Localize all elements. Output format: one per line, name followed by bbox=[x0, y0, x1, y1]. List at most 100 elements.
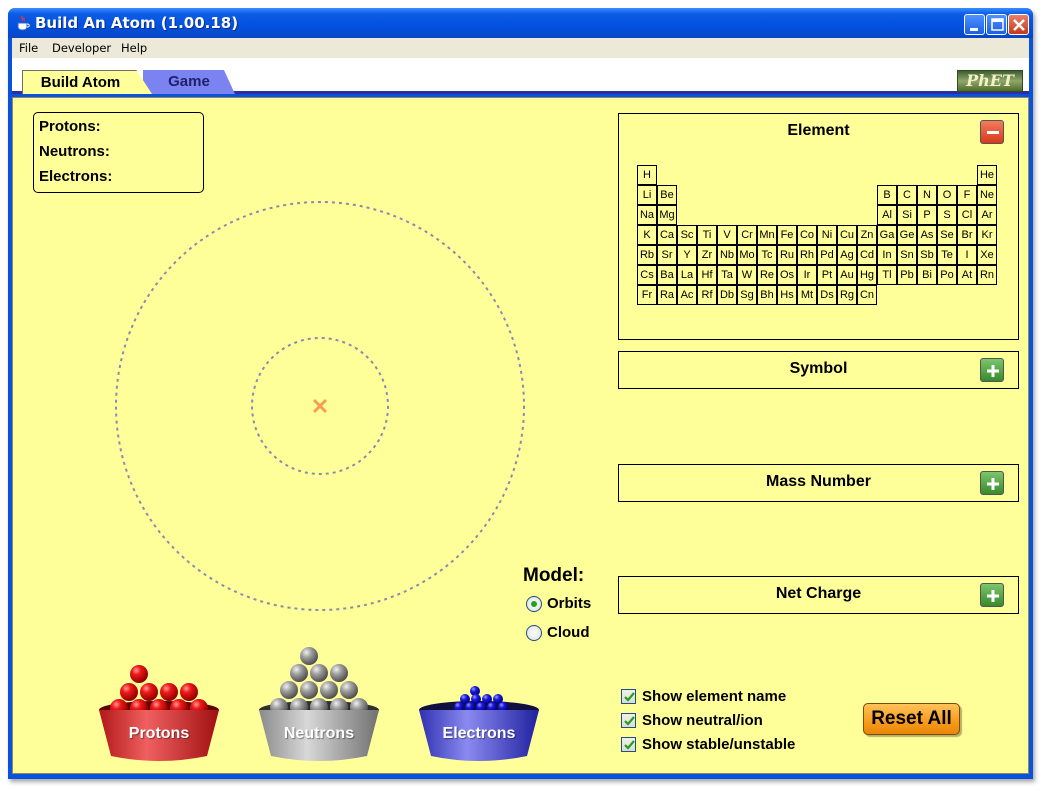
element-cell-ga[interactable]: Ga bbox=[877, 225, 897, 245]
show-element-name-option[interactable]: Show element name bbox=[621, 686, 841, 706]
element-cell-hs[interactable]: Hs bbox=[777, 285, 797, 305]
phet-logo[interactable]: PhET bbox=[957, 70, 1023, 92]
show-neutral-ion-checkbox[interactable] bbox=[621, 712, 636, 728]
element-cell-o[interactable]: O bbox=[937, 185, 957, 205]
element-cell-at[interactable]: At bbox=[957, 265, 977, 285]
element-cell-la[interactable]: La bbox=[677, 265, 697, 285]
element-cell-ar[interactable]: Ar bbox=[977, 205, 997, 225]
element-cell-ds[interactable]: Ds bbox=[817, 285, 837, 305]
tab-game[interactable]: Game bbox=[143, 70, 235, 94]
electrons-bucket-label[interactable]: Electrons bbox=[419, 725, 539, 743]
element-cell-rn[interactable]: Rn bbox=[977, 265, 997, 285]
menu-developer[interactable]: Developer bbox=[52, 41, 111, 55]
element-cell-db[interactable]: Db bbox=[717, 285, 737, 305]
element-cell-fr[interactable]: Fr bbox=[637, 285, 657, 305]
element-cell-pt[interactable]: Pt bbox=[817, 265, 837, 285]
element-cell-sg[interactable]: Sg bbox=[737, 285, 757, 305]
element-cell-rb[interactable]: Rb bbox=[637, 245, 657, 265]
element-cell-mg[interactable]: Mg bbox=[657, 205, 677, 225]
element-cell-k[interactable]: K bbox=[637, 225, 657, 245]
element-cell-as[interactable]: As bbox=[917, 225, 937, 245]
element-cell-b[interactable]: B bbox=[877, 185, 897, 205]
element-cell-sn[interactable]: Sn bbox=[897, 245, 917, 265]
element-cell-mt[interactable]: Mt bbox=[797, 285, 817, 305]
element-cell-y[interactable]: Y bbox=[677, 245, 697, 265]
tab-build-atom[interactable]: Build Atom bbox=[22, 70, 152, 94]
element-cell-ag[interactable]: Ag bbox=[837, 245, 857, 265]
element-cell-be[interactable]: Be bbox=[657, 185, 677, 205]
element-cell-hg[interactable]: Hg bbox=[857, 265, 877, 285]
element-cell-ca[interactable]: Ca bbox=[657, 225, 677, 245]
element-cell-v[interactable]: V bbox=[717, 225, 737, 245]
reset-all-button[interactable]: Reset All bbox=[863, 703, 960, 735]
mass-number-expand-button[interactable] bbox=[980, 471, 1004, 495]
element-cell-al[interactable]: Al bbox=[877, 205, 897, 225]
menu-help[interactable]: Help bbox=[121, 41, 147, 55]
element-cell-fe[interactable]: Fe bbox=[777, 225, 797, 245]
element-cell-cr[interactable]: Cr bbox=[737, 225, 757, 245]
element-cell-kr[interactable]: Kr bbox=[977, 225, 997, 245]
element-collapse-button[interactable] bbox=[980, 120, 1004, 144]
close-button[interactable] bbox=[1008, 14, 1029, 35]
show-stable-unstable-option[interactable]: Show stable/unstable bbox=[621, 734, 841, 754]
element-cell-p[interactable]: P bbox=[917, 205, 937, 225]
minimize-button[interactable] bbox=[964, 14, 985, 35]
element-cell-br[interactable]: Br bbox=[957, 225, 977, 245]
element-cell-ti[interactable]: Ti bbox=[697, 225, 717, 245]
element-cell-cs[interactable]: Cs bbox=[637, 265, 657, 285]
element-cell-rf[interactable]: Rf bbox=[697, 285, 717, 305]
element-cell-cd[interactable]: Cd bbox=[857, 245, 877, 265]
element-cell-pd[interactable]: Pd bbox=[817, 245, 837, 265]
element-cell-ra[interactable]: Ra bbox=[657, 285, 677, 305]
element-cell-se[interactable]: Se bbox=[937, 225, 957, 245]
element-cell-nb[interactable]: Nb bbox=[717, 245, 737, 265]
maximize-button[interactable] bbox=[986, 14, 1007, 35]
element-cell-he[interactable]: He bbox=[977, 165, 997, 185]
element-cell-sc[interactable]: Sc bbox=[677, 225, 697, 245]
element-cell-n[interactable]: N bbox=[917, 185, 937, 205]
protons-bucket-label[interactable]: Protons bbox=[99, 725, 219, 743]
net-charge-expand-button[interactable] bbox=[980, 583, 1004, 607]
element-cell-na[interactable]: Na bbox=[637, 205, 657, 225]
element-cell-cn[interactable]: Cn bbox=[857, 285, 877, 305]
element-cell-ni[interactable]: Ni bbox=[817, 225, 837, 245]
element-cell-w[interactable]: W bbox=[737, 265, 757, 285]
element-cell-mo[interactable]: Mo bbox=[737, 245, 757, 265]
element-cell-rg[interactable]: Rg bbox=[837, 285, 857, 305]
element-cell-ge[interactable]: Ge bbox=[897, 225, 917, 245]
element-cell-os[interactable]: Os bbox=[777, 265, 797, 285]
element-cell-co[interactable]: Co bbox=[797, 225, 817, 245]
element-cell-s[interactable]: S bbox=[937, 205, 957, 225]
title-bar[interactable]: Build An Atom (1.00.18) bbox=[8, 8, 1033, 38]
element-cell-bi[interactable]: Bi bbox=[917, 265, 937, 285]
element-cell-si[interactable]: Si bbox=[897, 205, 917, 225]
element-cell-ba[interactable]: Ba bbox=[657, 265, 677, 285]
element-cell-li[interactable]: Li bbox=[637, 185, 657, 205]
element-cell-f[interactable]: F bbox=[957, 185, 977, 205]
show-stable-unstable-checkbox[interactable] bbox=[621, 736, 636, 752]
element-cell-zn[interactable]: Zn bbox=[857, 225, 877, 245]
element-cell-ir[interactable]: Ir bbox=[797, 265, 817, 285]
element-cell-sr[interactable]: Sr bbox=[657, 245, 677, 265]
show-neutral-ion-option[interactable]: Show neutral/ion bbox=[621, 710, 841, 730]
element-cell-h[interactable]: H bbox=[637, 165, 657, 185]
element-cell-hf[interactable]: Hf bbox=[697, 265, 717, 285]
element-cell-tc[interactable]: Tc bbox=[757, 245, 777, 265]
element-cell-mn[interactable]: Mn bbox=[757, 225, 777, 245]
show-element-name-checkbox[interactable] bbox=[621, 688, 636, 704]
element-cell-tl[interactable]: Tl bbox=[877, 265, 897, 285]
menu-file[interactable]: File bbox=[19, 41, 38, 55]
element-cell-i[interactable]: I bbox=[957, 245, 977, 265]
element-cell-cl[interactable]: Cl bbox=[957, 205, 977, 225]
element-cell-te[interactable]: Te bbox=[937, 245, 957, 265]
element-cell-ac[interactable]: Ac bbox=[677, 285, 697, 305]
element-cell-ta[interactable]: Ta bbox=[717, 265, 737, 285]
element-cell-po[interactable]: Po bbox=[937, 265, 957, 285]
element-cell-sb[interactable]: Sb bbox=[917, 245, 937, 265]
element-cell-pb[interactable]: Pb bbox=[897, 265, 917, 285]
element-cell-cu[interactable]: Cu bbox=[837, 225, 857, 245]
element-cell-bh[interactable]: Bh bbox=[757, 285, 777, 305]
element-cell-c[interactable]: C bbox=[897, 185, 917, 205]
element-cell-au[interactable]: Au bbox=[837, 265, 857, 285]
element-cell-zr[interactable]: Zr bbox=[697, 245, 717, 265]
